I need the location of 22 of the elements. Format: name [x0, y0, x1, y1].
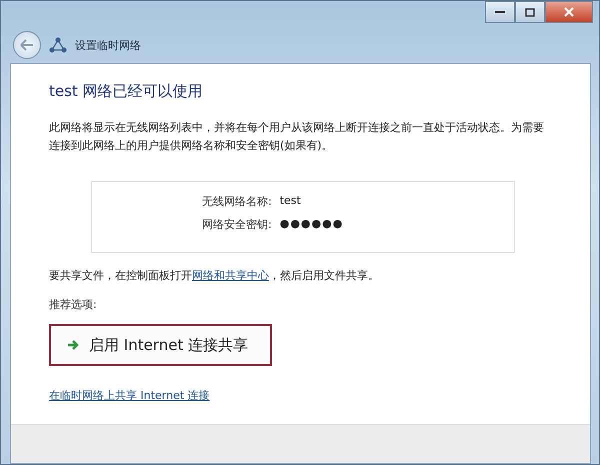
network-icon [49, 37, 67, 53]
maximize-icon [525, 8, 535, 16]
close-icon [564, 7, 574, 17]
field-value: test [280, 194, 302, 209]
heading: test 网络已经可以使用 [49, 82, 204, 101]
back-arrow-icon [20, 39, 34, 51]
network-center-link[interactable]: 网络和共享中心 [192, 269, 269, 282]
section-label: 推荐选项: [49, 297, 98, 312]
window-title: 设置临时网络 [75, 38, 141, 52]
masked-key: ●●●●●● [280, 217, 344, 232]
maximize-button[interactable] [515, 1, 545, 23]
minimize-button[interactable] [485, 1, 515, 23]
minimize-icon [495, 10, 505, 14]
back-button[interactable] [13, 31, 41, 59]
field-label: 网络安全密钥: [202, 217, 272, 232]
close-button[interactable] [545, 1, 593, 23]
field-label: 无线网络名称: [202, 194, 272, 209]
arrow-icon [67, 339, 79, 351]
share-files-text: 要共享文件，在控制面板打开网络和共享中心，然后启用文件共享。 [49, 268, 380, 284]
command-link-button[interactable]: 启用 Internet 连接共享 [49, 324, 272, 366]
share-internet-link[interactable]: 在临时网络上共享 Internet 连接 [49, 388, 210, 403]
description-text: 此网络将显示在无线网络列表中，并将在每个用户从该网络上断开连接之前一直处于活动状态。为需要连接到此网络上的用户提供网络名称和安全密钥(如果有)。 [49, 120, 545, 154]
